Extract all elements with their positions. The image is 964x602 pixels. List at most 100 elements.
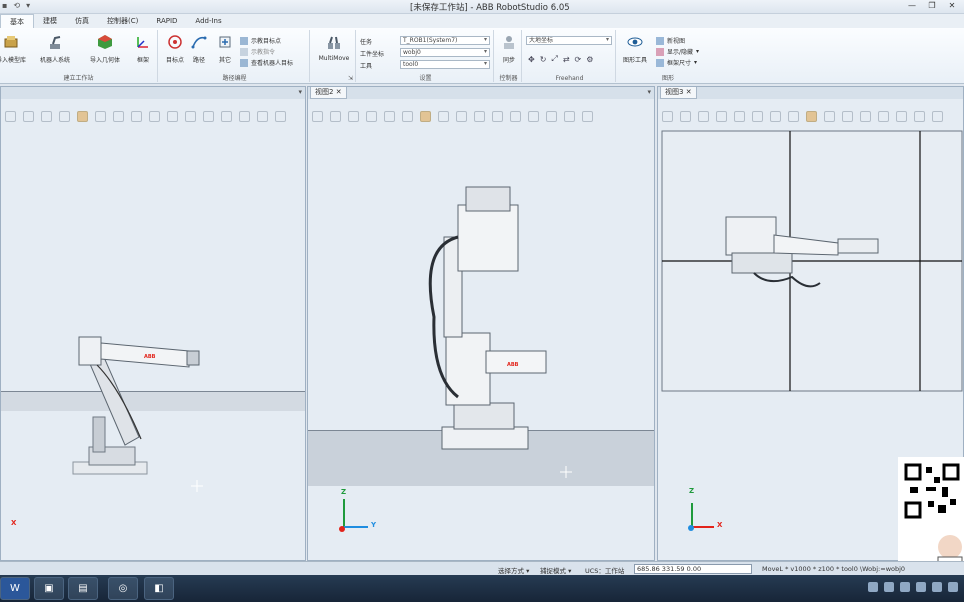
tray-icon[interactable] — [916, 582, 926, 592]
z-axis-label: Z — [341, 488, 347, 496]
import-library-button[interactable]: 导入模型库 — [0, 34, 28, 64]
eye-icon — [627, 37, 643, 47]
tab-modeling[interactable]: 建模 — [34, 14, 66, 28]
tab-simulation[interactable]: 仿真 — [66, 14, 98, 28]
sync-button[interactable]: 同步 — [492, 34, 526, 64]
window-title: [未保存工作站] - ABB RobotStudio 6.05 — [410, 3, 570, 13]
system-tray[interactable] — [868, 582, 958, 592]
target-icon — [168, 35, 182, 49]
minimize-button[interactable]: — — [902, 0, 922, 12]
file-explorer-icon[interactable]: ▤ — [68, 577, 98, 600]
rotate-icon[interactable]: ↻ — [540, 55, 547, 64]
tab-addins[interactable]: Add-Ins — [186, 14, 230, 28]
group-title: 设置 — [419, 75, 432, 82]
teach-target-icon — [240, 36, 248, 45]
undo-icon[interactable]: ⟲ — [13, 1, 20, 10]
tray-icon[interactable] — [932, 582, 942, 592]
save-icon[interactable]: ▪ — [2, 1, 7, 10]
teach-instruction-button[interactable]: 示教指令 — [240, 47, 275, 56]
x-axis-label: X — [717, 521, 723, 529]
tray-icon[interactable] — [884, 582, 894, 592]
group-title: 建立工作站 — [63, 75, 94, 82]
reference-frame-select[interactable]: 大地坐标 — [526, 36, 612, 45]
robot-system-button[interactable]: 机器人系统 — [38, 34, 72, 64]
select-mode[interactable]: 选择方式 ▾ — [498, 565, 529, 575]
title-bar: ▪ ⟲ ▾ [未保存工作站] - ABB RobotStudio 6.05 — … — [0, 0, 964, 14]
x-axis-label: X — [11, 519, 17, 527]
robotstudio-app-icon[interactable]: ◎ — [108, 577, 138, 600]
customize-icon[interactable]: ▾ — [26, 1, 30, 10]
frame-icon — [137, 37, 148, 48]
tab-home[interactable]: 基本 — [0, 14, 34, 28]
abb-logo: ABB — [507, 362, 519, 368]
path-icon — [191, 36, 207, 49]
abb-logo: ABB — [144, 354, 156, 360]
sync-icon — [504, 36, 514, 49]
ribbon: 导入模型库 机器人系统 导入几何体 框架 建立工作站 目标点 路径 其它 示教 — [0, 28, 964, 84]
library-icon — [4, 36, 18, 48]
viewport-2[interactable]: 视图2 ✕ ▾ ABB Z Y — [307, 86, 655, 561]
snap-mode[interactable]: 捕捉模式 ▾ — [540, 565, 571, 575]
z-axis-label: Z — [689, 487, 695, 495]
task-select[interactable]: T_ROB1(System7) — [400, 36, 490, 45]
quick-access-toolbar[interactable]: ▪ ⟲ ▾ — [2, 1, 30, 10]
tray-icon[interactable] — [868, 582, 878, 592]
view-robot-target-icon — [240, 58, 248, 67]
app-icon-5[interactable]: ◧ — [144, 577, 174, 600]
robot-system-icon — [50, 36, 61, 49]
teach-target-button[interactable]: 示教目标点 — [240, 36, 281, 45]
other-button[interactable]: 其它 — [208, 34, 242, 64]
new-view-button[interactable]: 新视图 — [656, 36, 685, 45]
group-controller: 同步 控制器 — [496, 30, 522, 82]
multi-robot-jog-icon[interactable]: ⚙ — [586, 55, 593, 64]
robot-scene: ABB — [339, 186, 572, 532]
tray-icon[interactable] — [900, 582, 910, 592]
show-hide-icon — [656, 47, 664, 56]
workobject-select[interactable]: wobj0 — [400, 48, 490, 57]
show-hide-button[interactable]: 显示/隐藏 ▾ — [656, 47, 699, 56]
workobject-label: 工件坐标 — [360, 51, 385, 58]
tool-select[interactable]: tool0 — [400, 60, 490, 69]
frame-size-button[interactable]: 框架尺寸 ▾ — [656, 58, 697, 67]
word-app-icon[interactable]: W — [0, 577, 30, 600]
ucs-label: UCS：工作站 — [585, 567, 625, 575]
dialog-launcher-icon[interactable]: ⇲ — [312, 75, 355, 82]
multimove-icon — [328, 36, 340, 49]
ribbon-tabs: 基本 建模 仿真 控制器(C) RAPID Add-Ins — [0, 14, 964, 28]
view-robot-target-button[interactable]: 查看机器人目标 — [240, 58, 293, 67]
jog-reorient-icon[interactable]: ⟳ — [575, 55, 582, 64]
tab-controller[interactable]: 控制器(C) — [98, 14, 147, 28]
group-build-station: 导入模型库 机器人系统 导入几何体 框架 建立工作站 — [0, 30, 158, 82]
import-geometry-button[interactable]: 导入几何体 — [88, 34, 122, 64]
windows-taskbar: W ▣ ▤ ◎ ◧ — [0, 575, 964, 602]
qr-code-icon — [904, 463, 963, 570]
task-label: 任务 — [360, 39, 373, 46]
group-multimove: MultiMove ⇲ — [312, 30, 356, 82]
jog-joint-icon[interactable]: ⤢ — [551, 54, 557, 64]
tray-icon[interactable] — [948, 582, 958, 592]
group-title: 控制器 — [499, 75, 518, 82]
status-bar: 选择方式 ▾ 捕捉模式 ▾ UCS：工作站 685.86 331.59 0.00… — [0, 561, 964, 575]
app-icon-2[interactable]: ▣ — [34, 577, 64, 600]
frame-button[interactable]: 框架 — [126, 34, 160, 64]
group-freehand: 大地坐标 ✥ ↻ ⤢ ⇄ ⟳ ⚙ Freehand — [524, 30, 616, 82]
other-icon — [219, 36, 231, 48]
close-button[interactable]: ✕ — [942, 0, 962, 12]
group-title: 图形 — [661, 75, 674, 82]
move-icon[interactable]: ✥ — [528, 55, 535, 64]
maximize-button[interactable]: ❐ — [922, 0, 942, 12]
group-graphics: 图形工具 新视图 显示/隐藏 ▾ 框架尺寸 ▾ 图形 — [618, 30, 718, 82]
jog-linear-icon[interactable]: ⇄ — [563, 55, 570, 64]
teach-instruction-icon — [240, 47, 248, 56]
robot-scene: ABB — [72, 336, 203, 492]
viewport-1[interactable]: ▾ ABB X — [0, 86, 306, 561]
tab-rapid[interactable]: RAPID — [147, 14, 186, 28]
multimove-button[interactable]: MultiMove — [317, 34, 351, 62]
group-path-programming: 目标点 路径 其它 示教目标点 示教指令 查看机器人目标 路径编程 — [160, 30, 310, 82]
group-title: 路径编程 — [222, 75, 247, 82]
graphic-tools-button[interactable]: 图形工具 — [618, 34, 652, 64]
instruction-template[interactable]: MoveL * v1000 * z100 * tool0 \Wobj:=wobj… — [762, 565, 905, 573]
tool-label: 工具 — [360, 63, 373, 70]
frame-size-icon — [656, 58, 664, 67]
group-settings: 任务 T_ROB1(System7) 工件坐标 wobj0 工具 tool0 设… — [358, 30, 494, 82]
